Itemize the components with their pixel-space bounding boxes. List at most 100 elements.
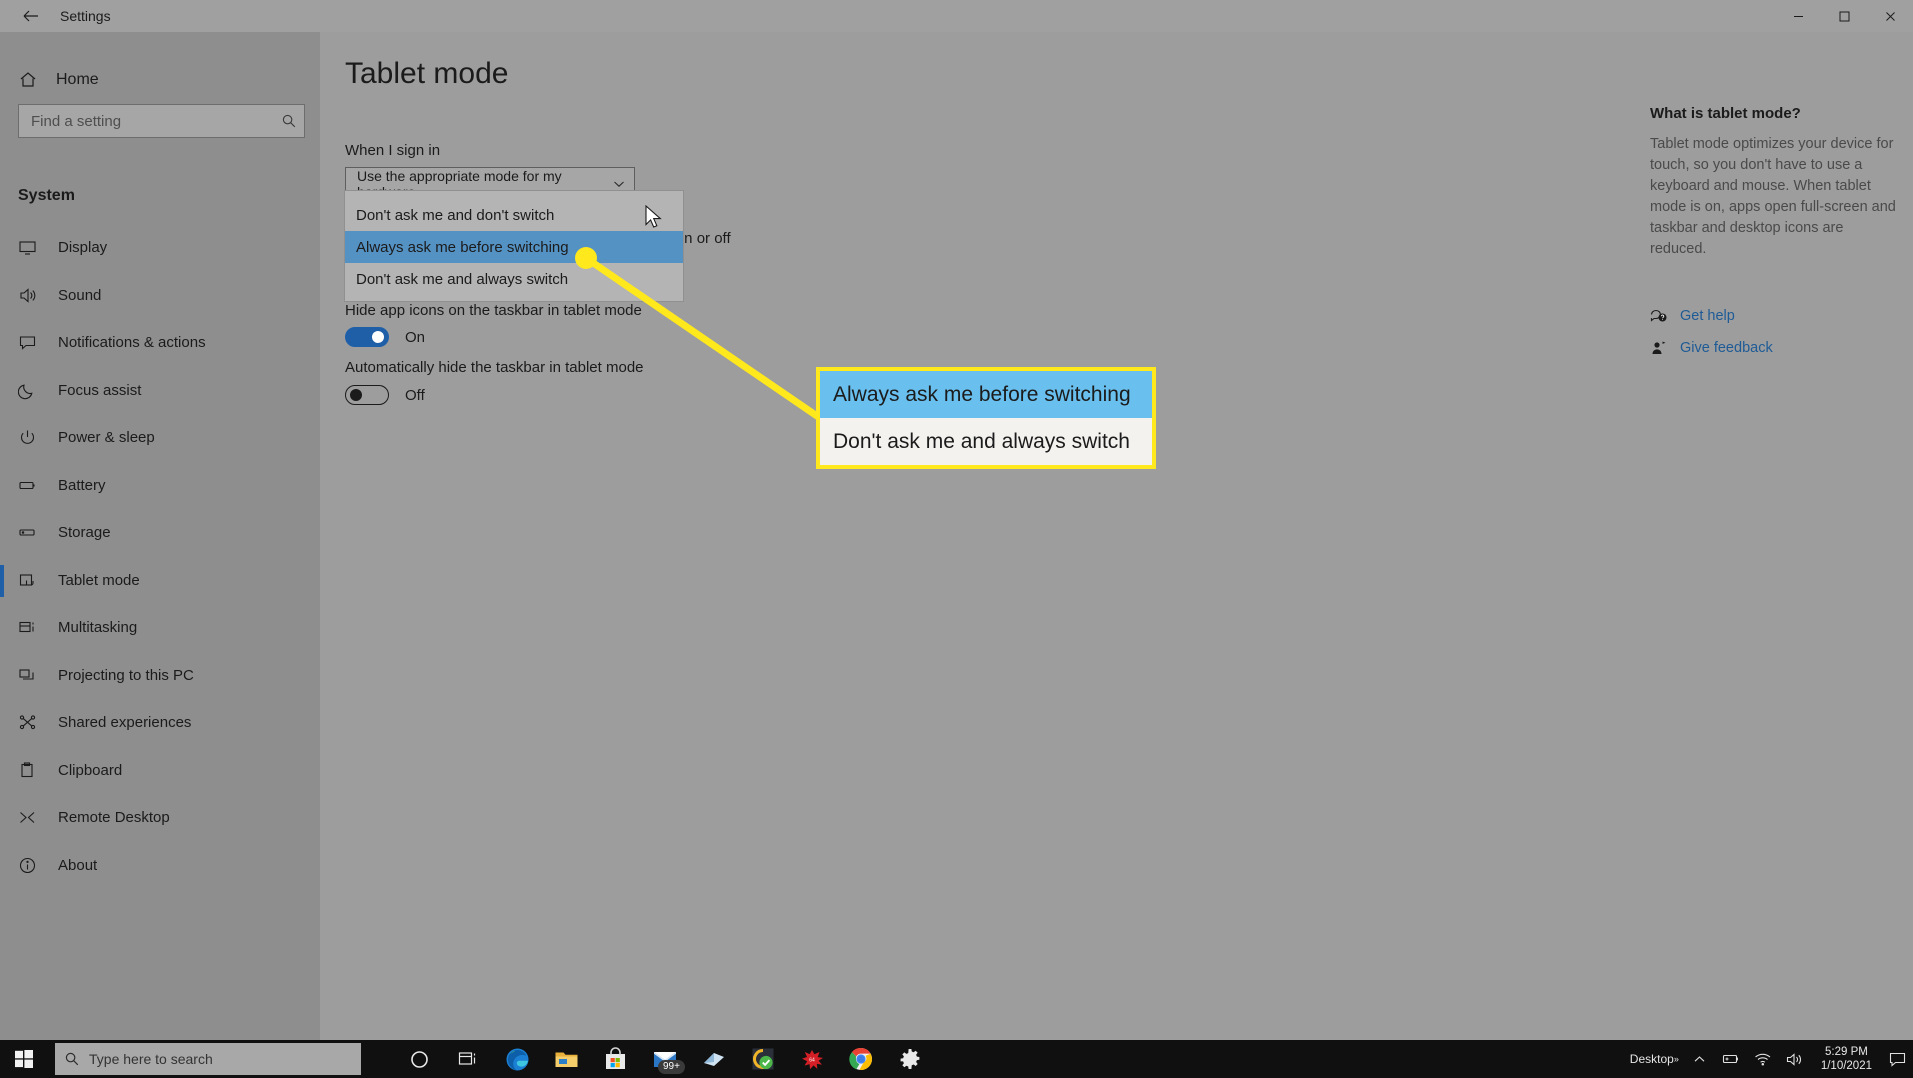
sidebar-item-display[interactable]: Display <box>0 224 320 272</box>
search-icon <box>274 113 304 129</box>
microsoft-edge-icon[interactable] <box>493 1040 542 1078</box>
sidebar-item-label: Power & sleep <box>58 429 155 447</box>
help-panel: What is tablet mode? Tablet mode optimiz… <box>1650 105 1900 260</box>
sticky-notes-icon[interactable] <box>689 1040 738 1078</box>
feedback-person-icon <box>1650 339 1680 357</box>
get-help-label: Get help <box>1680 308 1735 324</box>
when-i-sign-in-label: When I sign in <box>345 142 441 159</box>
microsoft-store-icon[interactable] <box>591 1040 640 1078</box>
toggle-switch[interactable] <box>345 327 389 347</box>
toggle-state-label: Off <box>405 386 425 404</box>
dropdown-options-list[interactable]: Don't ask me and don't switch Always ask… <box>344 190 684 302</box>
file-explorer-icon[interactable] <box>542 1040 591 1078</box>
sidebar-item-label: Battery <box>58 476 106 494</box>
overflow-chevrons-icon: » <box>1673 1054 1679 1064</box>
volume-icon[interactable] <box>1779 1040 1811 1078</box>
battery-icon <box>18 476 52 495</box>
sidebar-item-projecting[interactable]: Projecting to this PC <box>0 652 320 700</box>
sidebar-item-multitasking[interactable]: Multitasking <box>0 604 320 652</box>
clock[interactable]: 5:29 PM 1/10/2021 <box>1811 1040 1882 1078</box>
project-icon <box>18 666 52 685</box>
power-icon <box>18 428 52 447</box>
get-help-link[interactable]: Get help <box>1650 300 1900 332</box>
sidebar-item-tablet-mode[interactable]: Tablet mode <box>0 557 320 605</box>
sidebar-item-label: About <box>58 856 98 874</box>
clock-date: 1/10/2021 <box>1820 1060 1872 1072</box>
toggle-switch[interactable] <box>345 385 389 405</box>
hide-app-icons-toggle[interactable]: On <box>345 327 425 347</box>
sidebar-item-label: Shared experiences <box>58 714 192 732</box>
sidebar-item-battery[interactable]: Battery <box>0 462 320 510</box>
sidebar-item-label: Storage <box>58 524 111 542</box>
desktop-peek-label[interactable]: Desktop » <box>1623 1040 1686 1078</box>
close-button[interactable] <box>1867 0 1913 32</box>
give-feedback-label: Give feedback <box>1680 340 1773 356</box>
sidebar-home-label: Home <box>56 71 99 88</box>
taskbar-pinned-items: 99+ 64 <box>395 1040 934 1078</box>
mouse-cursor <box>645 204 663 236</box>
annotation-callout: Always ask me before switching Don't ask… <box>816 367 1156 469</box>
sidebar-item-label: Notifications & actions <box>58 334 206 352</box>
clock-time: 5:29 PM <box>1825 1046 1868 1058</box>
red-splat-icon[interactable]: 64 <box>787 1040 836 1078</box>
speaker-icon <box>18 286 52 305</box>
toggle-state-label: On <box>405 328 426 346</box>
sidebar-item-clipboard[interactable]: Clipboard <box>0 747 320 795</box>
battery-icon[interactable] <box>1713 1040 1747 1078</box>
dropdown-option-highlighted[interactable]: Always ask me before switching <box>345 231 683 263</box>
remote-desktop-icon <box>18 808 52 827</box>
auto-hide-taskbar-toggle[interactable]: Off <box>345 385 425 405</box>
give-feedback-link[interactable]: Give feedback <box>1650 332 1900 364</box>
title-bar: Settings <box>0 0 1913 32</box>
task-view-icon[interactable] <box>444 1040 493 1078</box>
sidebar-item-shared-experiences[interactable]: Shared experiences <box>0 699 320 747</box>
settings-gear-icon[interactable] <box>885 1040 934 1078</box>
sidebar-item-label: Multitasking <box>58 619 138 637</box>
sidebar-item-home[interactable]: Home <box>0 60 320 100</box>
toggle-knob <box>350 389 362 401</box>
sidebar-item-about[interactable]: About <box>0 842 320 890</box>
tablet-hand-icon <box>18 571 52 590</box>
maximize-button[interactable] <box>1821 0 1867 32</box>
info-icon <box>18 856 52 875</box>
dropdown-option[interactable]: Don't ask me and always switch <box>345 263 683 295</box>
auto-hide-taskbar-label: Automatically hide the taskbar in tablet… <box>345 359 644 376</box>
sidebar-item-remote-desktop[interactable]: Remote Desktop <box>0 794 320 842</box>
chevron-up-icon[interactable] <box>1686 1040 1713 1078</box>
chevron-down-icon <box>604 177 634 191</box>
google-chrome-icon[interactable] <box>836 1040 885 1078</box>
taskbar-search-placeholder: Type here to search <box>89 1051 213 1067</box>
sidebar-item-sound[interactable]: Sound <box>0 272 320 320</box>
sidebar-item-notifications[interactable]: Notifications & actions <box>0 319 320 367</box>
dropdown-option[interactable]: Don't ask me and don't switch <box>345 199 683 231</box>
multitask-icon <box>18 618 52 637</box>
moon-icon <box>18 381 52 400</box>
share-nodes-icon <box>18 713 52 732</box>
mail-icon[interactable]: 99+ <box>640 1040 689 1078</box>
sidebar-item-label: Focus assist <box>58 381 142 399</box>
monitor-icon <box>18 238 52 257</box>
clipboard-icon <box>18 761 52 780</box>
sidebar-item-storage[interactable]: Storage <box>0 509 320 557</box>
office-check-icon[interactable] <box>738 1040 787 1078</box>
wifi-icon[interactable] <box>1747 1040 1779 1078</box>
sidebar-item-label: Sound <box>58 286 102 304</box>
sidebar-item-focus-assist[interactable]: Focus assist <box>0 367 320 415</box>
search-icon <box>55 1051 89 1067</box>
window-title: Settings <box>60 8 111 24</box>
screen: Settings Home Find a setting System Disp… <box>0 0 1913 1078</box>
notification-icon[interactable] <box>1882 1040 1913 1078</box>
help-links: Get help Give feedback <box>1650 300 1900 364</box>
back-arrow-icon[interactable] <box>8 0 53 32</box>
search-input[interactable]: Find a setting <box>18 104 305 138</box>
windows-logo-icon[interactable] <box>0 1040 48 1078</box>
system-tray: Desktop » 5:29 PM 1/10/2021 <box>1623 1040 1913 1078</box>
window-controls <box>1775 0 1913 32</box>
taskbar-search-input[interactable]: Type here to search <box>55 1043 361 1075</box>
sidebar-group-label: System <box>18 187 75 204</box>
sidebar-item-label: Display <box>58 239 108 257</box>
minimize-button[interactable] <box>1775 0 1821 32</box>
sidebar-item-power-sleep[interactable]: Power & sleep <box>0 414 320 462</box>
mail-badge: 99+ <box>658 1060 685 1074</box>
cortana-icon[interactable] <box>395 1040 444 1078</box>
